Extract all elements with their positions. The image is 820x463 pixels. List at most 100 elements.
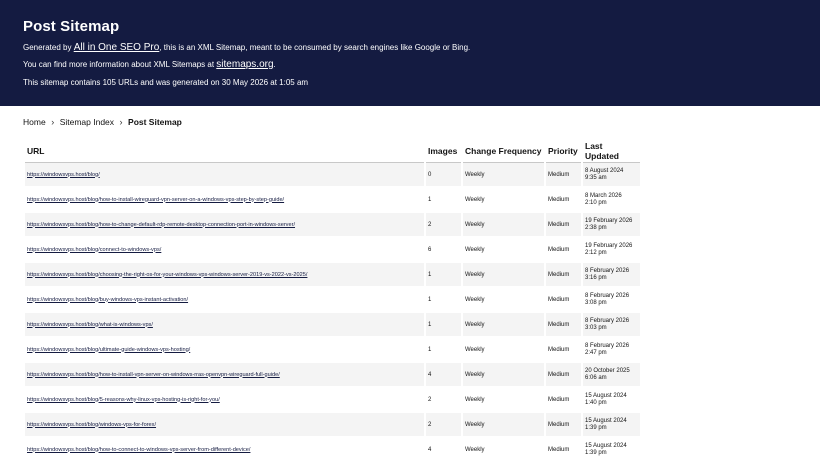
column-header-images[interactable]: Images [426,140,461,163]
cell-last-updated: 8 February 2026 2:47 pm [583,338,640,363]
cell-images: 6 [426,238,461,263]
cell-change-frequency: Weekly [463,263,544,288]
breadcrumb-current: Post Sitemap [128,117,182,127]
updated-time: 1:40 pm [585,399,607,406]
url-link[interactable]: https://windowsvps.host/blog/buy-windows… [27,297,188,303]
cell-images: 2 [426,213,461,238]
table-row: https://windowsvps.host/blog/5-reasons-w… [25,388,640,413]
table-row: https://windowsvps.host/blog/connect-to-… [25,238,640,263]
cell-priority: Medium [546,388,581,413]
chevron-right-icon: › [51,117,55,127]
updated-date: 15 August 2024 [585,392,627,399]
cell-url: https://windowsvps.host/blog/how-to-chan… [25,213,424,238]
breadcrumb-home[interactable]: Home [23,117,46,127]
cell-change-frequency: Weekly [463,363,544,388]
aioseo-link[interactable]: All in One SEO Pro [74,42,160,53]
cell-priority: Medium [546,313,581,338]
chevron-right-icon: › [119,117,123,127]
cell-priority: Medium [546,363,581,388]
column-header-last-updated[interactable]: Last Updated [583,140,640,163]
table-row: https://windowsvps.host/blog/ultimate-gu… [25,338,640,363]
cell-priority: Medium [546,288,581,313]
cell-url: https://windowsvps.host/blog/how-to-inst… [25,188,424,213]
cell-priority: Medium [546,338,581,363]
table-row: https://windowsvps.host/blog/choosing-th… [25,263,640,288]
cell-last-updated: 8 February 2026 3:03 pm [583,313,640,338]
cell-change-frequency: Weekly [463,288,544,313]
url-link[interactable]: https://windowsvps.host/blog/how-to-inst… [27,372,280,378]
cell-last-updated: 8 February 2026 3:08 pm [583,288,640,313]
cell-url: https://windowsvps.host/blog/5-reasons-w… [25,388,424,413]
updated-time: 9:35 am [585,174,607,181]
url-link[interactable]: https://windowsvps.host/blog/choosing-th… [27,272,307,278]
cell-priority: Medium [546,438,581,463]
cell-images: 1 [426,188,461,213]
breadcrumb-sitemap-index[interactable]: Sitemap Index [60,117,114,127]
url-link[interactable]: https://windowsvps.host/blog/how-to-chan… [27,222,295,228]
generated-by-suffix: , this is an XML Sitemap, meant to be co… [159,43,471,52]
generated-by-text: Generated by All in One SEO Pro, this is… [23,42,470,53]
cell-priority: Medium [546,213,581,238]
cell-change-frequency: Weekly [463,438,544,463]
cell-last-updated: 15 August 2024 1:39 pm [583,413,640,438]
table-row: https://windowsvps.host/blog/what-is-win… [25,313,640,338]
table-row: https://windowsvps.host/blog/windows-vps… [25,413,640,438]
url-link[interactable]: https://windowsvps.host/blog/ultimate-gu… [27,347,190,353]
updated-date: 8 March 2026 [585,192,622,199]
updated-time: 2:10 pm [585,199,607,206]
cell-url: https://windowsvps.host/blog/choosing-th… [25,263,424,288]
column-header-url[interactable]: URL [25,140,424,163]
cell-change-frequency: Weekly [463,163,544,188]
sitemap-table: URL Images Change Frequency Priority Las… [23,140,642,463]
cell-images: 1 [426,288,461,313]
cell-images: 4 [426,363,461,388]
updated-time: 3:08 pm [585,299,607,306]
cell-images: 1 [426,338,461,363]
cell-last-updated: 8 August 2024 9:35 am [583,163,640,188]
cell-url: https://windowsvps.host/blog/ultimate-gu… [25,338,424,363]
cell-images: 1 [426,313,461,338]
cell-url: https://windowsvps.host/blog/buy-windows… [25,288,424,313]
updated-time: 1:39 pm [585,424,607,431]
cell-change-frequency: Weekly [463,238,544,263]
updated-time: 1:39 pm [585,449,607,456]
more-info-prefix: You can find more information about XML … [23,60,217,69]
sitemaps-org-link[interactable]: sitemaps.org [216,59,273,70]
cell-change-frequency: Weekly [463,413,544,438]
url-link[interactable]: https://windowsvps.host/blog/how-to-inst… [27,197,284,203]
column-header-priority[interactable]: Priority [546,140,581,163]
url-link[interactable]: https://windowsvps.host/blog/windows-vps… [27,422,156,428]
table-row: https://windowsvps.host/blog/buy-windows… [25,288,640,313]
url-link[interactable]: https://windowsvps.host/blog/ [27,172,100,178]
updated-time: 3:16 pm [585,274,607,281]
table-header-row: URL Images Change Frequency Priority Las… [25,140,640,163]
updated-date: 19 February 2026 [585,217,633,224]
cell-change-frequency: Weekly [463,388,544,413]
updated-date: 8 February 2026 [585,292,630,299]
url-link[interactable]: https://windowsvps.host/blog/connect-to-… [27,247,161,253]
url-link[interactable]: https://windowsvps.host/blog/5-reasons-w… [27,397,220,403]
updated-date: 15 August 2024 [585,417,627,424]
breadcrumb: Home › Sitemap Index › Post Sitemap [23,117,182,127]
cell-url: https://windowsvps.host/blog/how-to-inst… [25,363,424,388]
cell-images: 0 [426,163,461,188]
sitemap-summary: This sitemap contains 105 URLs and was g… [23,78,309,87]
url-link[interactable]: https://windowsvps.host/blog/how-to-conn… [27,447,250,453]
cell-change-frequency: Weekly [463,338,544,363]
cell-change-frequency: Weekly [463,313,544,338]
updated-date: 8 February 2026 [585,317,630,324]
updated-date: 8 February 2026 [585,342,630,349]
cell-images: 1 [426,263,461,288]
url-link[interactable]: https://windowsvps.host/blog/what-is-win… [27,322,153,328]
table-row: https://windowsvps.host/blog/how-to-inst… [25,363,640,388]
updated-time: 2:38 pm [585,224,607,231]
table-row: https://windowsvps.host/blog/how-to-inst… [25,188,640,213]
cell-priority: Medium [546,413,581,438]
cell-images: 2 [426,388,461,413]
updated-time: 2:47 pm [585,349,607,356]
page-header: Post Sitemap Generated by All in One SEO… [0,0,820,106]
table-row: https://windowsvps.host/blog/how-to-chan… [25,213,640,238]
cell-priority: Medium [546,188,581,213]
column-header-change-frequency[interactable]: Change Frequency [463,140,544,163]
cell-change-frequency: Weekly [463,188,544,213]
